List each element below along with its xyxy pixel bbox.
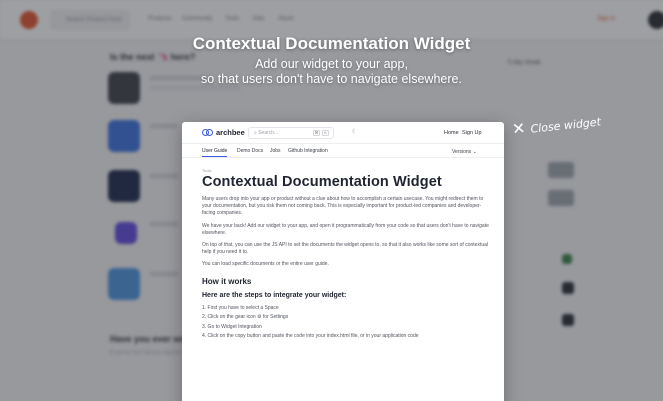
article-paragraph: We have your back! Add our widget to you… <box>202 222 489 236</box>
steps-heading: Here are the steps to integrate your wid… <box>202 291 347 299</box>
article-paragraph: On top of that, you can use the JS API t… <box>202 242 488 256</box>
sign-up-link[interactable]: Sign Up <box>462 130 482 136</box>
tab-jobs[interactable]: Jobs <box>270 148 281 154</box>
widget-brand-name: archbee <box>216 128 245 137</box>
tab-demo-docs[interactable]: Demo Docs <box>237 148 263 154</box>
article-paragraph: You can load specific documents or the e… <box>202 261 329 268</box>
versions-dropdown[interactable]: Versions ⌄ <box>452 149 477 155</box>
keyboard-shortcut-key: K <box>322 130 329 136</box>
promo-subtitle-line: so that users don't have to navigate els… <box>201 72 462 86</box>
widget-article: Tools Contextual Documentation Widget Ma… <box>202 168 492 342</box>
home-link[interactable]: Home <box>444 130 459 136</box>
section-heading-how-it-works: How it works <box>202 276 252 286</box>
keyboard-shortcut-key: ⌘ <box>313 130 320 136</box>
breadcrumb[interactable]: Tools <box>202 168 492 173</box>
article-paragraph: Many users drop into your app or product… <box>202 196 484 217</box>
archbee-logo-icon <box>202 128 213 137</box>
documentation-widget: archbee ⌕ Search... ⌘ K ☾ Home Sign Up U… <box>182 122 504 401</box>
promo-subtitle-line: Add our widget to your app, <box>255 57 408 71</box>
promo-subtitle: Add our widget to your app, so that user… <box>0 57 663 87</box>
widget-logo[interactable]: archbee <box>202 128 245 137</box>
tab-github-integration[interactable]: Github Integration <box>288 148 328 154</box>
chevron-down-icon: ⌄ <box>472 149 477 155</box>
article-title: Contextual Documentation Widget <box>202 174 442 190</box>
step-item: 1. First you have to select a Space <box>202 304 279 311</box>
step-item: 3. Go to Widget Integration <box>202 323 262 330</box>
widget-search-placeholder: Search... <box>258 130 279 136</box>
promo-title: Contextual Documentation Widget <box>192 34 471 53</box>
widget-search-input[interactable]: ⌕ Search... ⌘ K <box>248 127 334 139</box>
step-item: 4. Click on the copy button and paste th… <box>202 333 419 340</box>
close-icon[interactable]: ✕ <box>511 120 526 138</box>
tab-user-guide[interactable]: User Guide <box>202 148 228 157</box>
widget-header: archbee ⌕ Search... ⌘ K ☾ Home Sign Up <box>182 122 504 144</box>
versions-label: Versions <box>452 149 472 155</box>
theme-toggle-icon[interactable]: ☾ <box>352 128 357 135</box>
step-item: 2. Click on the gear icon ⚙ for Settings <box>202 314 289 321</box>
widget-tabs: User Guide Demo Docs Jobs Github Integra… <box>182 144 504 158</box>
